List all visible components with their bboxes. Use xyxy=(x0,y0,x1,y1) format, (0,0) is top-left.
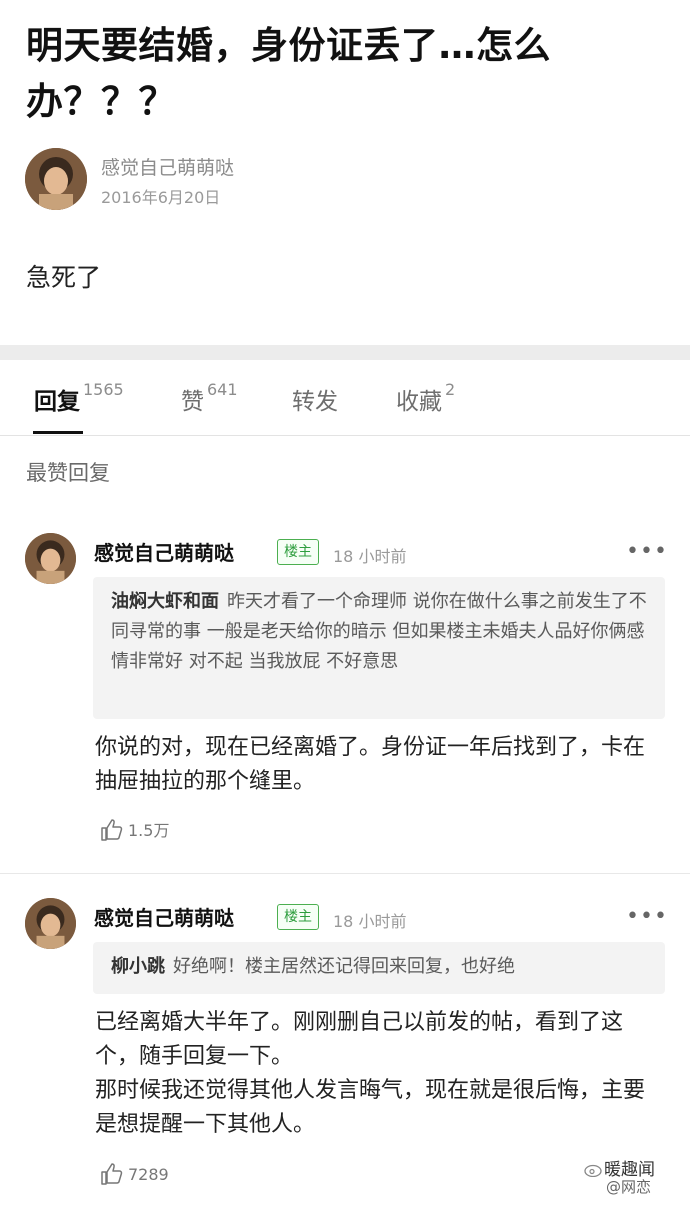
reply-time: 18 小时前 xyxy=(333,912,407,931)
tab-favorites-label: 收藏 xyxy=(396,389,442,415)
quoted-comment[interactable]: 油焖大虾和面 昨天才看了一个命理师 说你在做什么事之前发生了不同寻常的事 一般是老… xyxy=(93,577,665,719)
reply-item: 感觉自己萌萌哒 楼主 18 小时前 ••• 柳小跳 好绝啊！楼主居然还记得回来回复… xyxy=(0,898,690,1198)
tab-favorites-count: 2 xyxy=(445,380,456,399)
tab-replies-count: 1565 xyxy=(83,380,124,399)
tab-reposts[interactable]: 转发 xyxy=(292,382,338,416)
thumbs-up-icon xyxy=(101,1163,123,1185)
more-dots-icon: ••• xyxy=(626,904,668,929)
avatar-image xyxy=(25,148,87,210)
weibo-logo xyxy=(584,1164,602,1178)
reply-avatar[interactable] xyxy=(25,533,76,584)
section-divider xyxy=(0,345,690,360)
reply-avatar[interactable] xyxy=(25,898,76,949)
active-tab-indicator xyxy=(33,431,83,434)
top-replies-heading: 最赞回复 xyxy=(26,461,110,485)
tab-bar: 回复 1565 赞 641 转发 收藏 2 xyxy=(0,360,690,436)
post-date: 2016年6月20日 xyxy=(101,188,221,207)
tab-replies-label: 回复 xyxy=(34,389,80,415)
tab-likes-count: 641 xyxy=(207,380,238,399)
weibo-watermark: 暖趣闻 @网恋 xyxy=(584,1162,655,1196)
reply-author-name[interactable]: 感觉自己萌萌哒 xyxy=(94,537,234,566)
op-badge: 楼主 xyxy=(277,904,319,930)
like-count: 1.5万 xyxy=(128,821,170,840)
like-button[interactable]: 7289 xyxy=(100,1162,169,1186)
reply-item: 感觉自己萌萌哒 楼主 18 小时前 ••• 油焖大虾和面 昨天才看了一个命理师 说… xyxy=(0,533,690,853)
reply-text: 你说的对，现在已经离婚了。身份证一年后找到了，卡在抽屉抽拉的那个缝里。 xyxy=(95,735,646,794)
like-count: 7289 xyxy=(128,1165,169,1184)
quote-text: 好绝啊！楼主居然还记得回来回复，也好绝 xyxy=(173,956,515,977)
op-badge: 楼主 xyxy=(277,539,319,565)
watermark-handle: @网恋 xyxy=(606,1178,652,1196)
author-avatar[interactable] xyxy=(25,148,87,210)
more-dots-icon: ••• xyxy=(626,539,668,564)
post-body: 急死了 xyxy=(26,263,102,292)
reply-time: 18 小时前 xyxy=(333,547,407,566)
tab-likes[interactable]: 赞 641 xyxy=(181,380,238,416)
author-name[interactable]: 感觉自己萌萌哒 xyxy=(101,153,234,180)
quote-author[interactable]: 油焖大虾和面 xyxy=(111,591,219,612)
thumbs-up-icon xyxy=(101,819,123,841)
reply-divider xyxy=(0,873,690,874)
tab-favorites[interactable]: 收藏 2 xyxy=(396,380,456,416)
like-button[interactable]: 1.5万 xyxy=(100,817,169,842)
avatar-image xyxy=(25,533,76,584)
post-title: 明天要结婚，身份证丢了…怎么办？？？ xyxy=(26,24,551,123)
reply-text: 已经离婚大半年了。刚刚删自己以前发的帖，看到了这个，随手回复一下。 那时候我还觉… xyxy=(95,1010,646,1137)
watermark-row: 暖趣闻 xyxy=(584,1162,655,1179)
tab-replies[interactable]: 回复 1565 xyxy=(34,380,124,416)
more-options-button[interactable]: ••• xyxy=(626,539,668,564)
tab-reposts-label: 转发 xyxy=(292,389,338,415)
tab-likes-label: 赞 xyxy=(181,389,204,415)
quote-author[interactable]: 柳小跳 xyxy=(111,956,165,977)
avatar-image xyxy=(25,898,76,949)
more-options-button[interactable]: ••• xyxy=(626,904,668,929)
quoted-comment[interactable]: 柳小跳 好绝啊！楼主居然还记得回来回复，也好绝 xyxy=(93,942,665,994)
watermark-brand: 暖趣闻 xyxy=(604,1160,655,1180)
reply-author-name[interactable]: 感觉自己萌萌哒 xyxy=(94,902,234,931)
